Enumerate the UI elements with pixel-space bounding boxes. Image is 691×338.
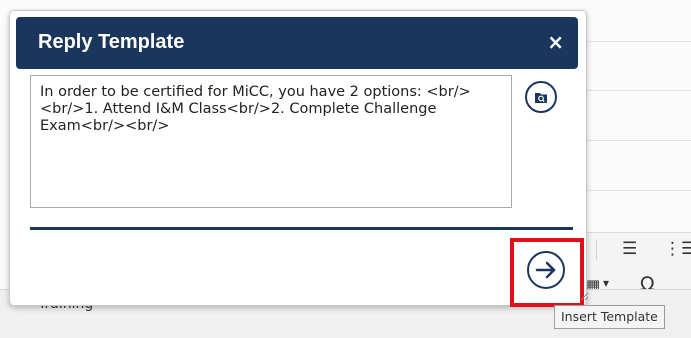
close-icon[interactable]: × (547, 31, 564, 53)
resize-grip-icon[interactable] (579, 291, 589, 301)
toolbar-separator (596, 240, 597, 260)
search-template-button[interactable] (525, 81, 557, 113)
search-icon (535, 93, 547, 103)
numbered-list-icon[interactable]: ⋮☰ (664, 239, 691, 259)
editor-line (585, 41, 691, 42)
bullet-list-icon[interactable]: ☰ (622, 239, 637, 259)
dialog-title: Reply Template (38, 31, 185, 53)
template-textarea[interactable]: In order to be certified for MiCC, you h… (30, 75, 512, 208)
insert-template-tooltip: Insert Template (554, 305, 665, 329)
insert-template-button[interactable] (527, 251, 565, 289)
arrow-right-circle-icon (535, 261, 556, 279)
reply-template-dialog: Reply Template × In order to be certifie… (9, 10, 589, 307)
editor-line (585, 140, 691, 141)
editor-line (585, 190, 691, 191)
dialog-header: Reply Template × (16, 17, 578, 69)
editor-line (585, 90, 691, 91)
table-caret-icon[interactable]: ▾ (603, 276, 609, 290)
dialog-divider (30, 227, 573, 230)
